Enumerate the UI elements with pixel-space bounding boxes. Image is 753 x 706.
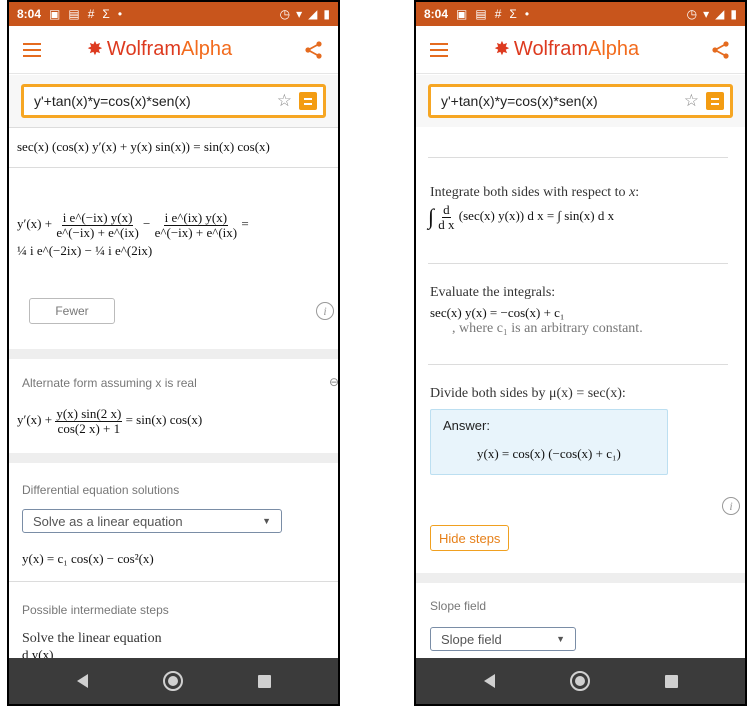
status-time: 8:04 [424, 7, 449, 21]
dot-icon: • [524, 7, 530, 21]
step-divide-text: Divide both sides by μ(x) = sec(x): [430, 386, 626, 401]
equation-exponential-rhs: ¼ i e^(−2ix) − ¼ i e^(2ix) [17, 243, 153, 258]
back-icon[interactable] [483, 674, 495, 688]
answer-equation: y(x) = cos(x) (−cos(x) + c₁) [477, 446, 621, 461]
battery-icon: ▮ [730, 7, 737, 21]
image-icon: ▣ [456, 7, 468, 21]
solve-method-select[interactable]: Solve as a linear equation ▼ [22, 509, 282, 533]
search-box: ☆ [21, 84, 326, 118]
intermediate-steps-title: Possible intermediate steps [22, 603, 169, 617]
fewer-button[interactable]: Fewer [29, 298, 115, 324]
answer-box: Answer: y(x) = cos(x) (−cos(x) + c₁) [430, 409, 668, 475]
favorite-star-icon[interactable]: ☆ [277, 91, 292, 111]
slope-field-select[interactable]: Slope field ▼ [430, 627, 576, 651]
intermediate-step-text: Solve the linear equation [22, 631, 162, 646]
image-icon: ▣ [49, 7, 61, 21]
alarm-icon: ◷ [279, 7, 291, 21]
wifi-icon: ▾ [296, 7, 303, 21]
results-content: sec(x) (cos(x) y′(x) + y(x) sin(x)) = si… [9, 127, 338, 658]
info-icon[interactable]: i [722, 497, 740, 515]
wifi-icon: ▾ [703, 7, 710, 21]
chevron-down-icon: ▼ [556, 634, 565, 644]
wolfram-star-icon: ✸ [494, 39, 510, 60]
menu-icon[interactable] [430, 42, 448, 57]
phone-screenshot-right: 8:04 ▣ ▤ # Σ • ◷ ▾ ◢ ▮ ✸ WolframAlpha y'… [414, 0, 747, 706]
sigma-icon: Σ [102, 7, 110, 21]
step-evaluate-note: , where c₁ is an arbitrary constant. [452, 321, 643, 336]
step-evaluate-equation: sec(x) y(x) = −cos(x) + c₁ [430, 305, 565, 320]
step-evaluate-text: Evaluate the integrals: [430, 285, 556, 300]
equation-exponential-form: y′(x) + i e^(−ix) y(x) e^(−ix) + e^(ix) −… [17, 210, 249, 240]
alternate-form-title: Alternate form assuming x is real [22, 376, 197, 390]
step-integrate-equation: ∫ dd x (sec(x) y(x)) d x = ∫ sin(x) d x [428, 202, 615, 232]
answer-label: Answer: [443, 418, 490, 433]
step-integrate-text: Integrate both sides with respect to x: [430, 185, 640, 200]
sigma-icon: Σ [509, 7, 517, 21]
equation-sec-form: sec(x) (cos(x) y′(x) + y(x) sin(x)) = si… [17, 139, 270, 154]
intermediate-step-partial: d y(x) [22, 647, 54, 658]
share-icon[interactable] [304, 40, 324, 60]
home-icon[interactable] [569, 671, 590, 691]
results-content: Integrate both sides with respect to x: … [416, 127, 745, 658]
back-icon[interactable] [76, 674, 88, 688]
calendar-icon: ▤ [68, 7, 80, 21]
battery-icon: ▮ [323, 7, 330, 21]
recent-apps-icon[interactable] [257, 674, 271, 688]
alarm-icon: ◷ [686, 7, 698, 21]
hide-steps-button[interactable]: Hide steps [430, 525, 510, 551]
dot-icon: • [117, 7, 123, 21]
search-area: ☆ [416, 75, 745, 127]
search-area: ☆ [9, 75, 338, 127]
phone-screen: 8:04 ▣ ▤ # Σ • ◷ ▾ ◢ ▮ ✸ WolframAlpha y'… [416, 2, 745, 704]
status-bar: 8:04 ▣ ▤ # Σ • ◷ ▾ ◢ ▮ [416, 2, 745, 26]
chevron-down-icon: ▼ [262, 516, 271, 526]
android-nav-bar [416, 658, 745, 704]
android-nav-bar [9, 658, 338, 704]
phone-screenshot-left: 8:04 ▣ ▤ # Σ • ◷ ▾ ◢ ▮ ✸ WolframAlpha y'… [7, 0, 340, 706]
math-input-button[interactable] [299, 92, 317, 110]
favorite-star-icon[interactable]: ☆ [684, 91, 699, 111]
home-icon[interactable] [162, 671, 183, 691]
search-input[interactable] [441, 93, 684, 109]
status-bar: 8:04 ▣ ▤ # Σ • ◷ ▾ ◢ ▮ [9, 2, 338, 26]
search-box: ☆ [428, 84, 733, 118]
math-input-button[interactable] [706, 92, 724, 110]
search-input[interactable] [34, 93, 277, 109]
app-bar: ✸ WolframAlpha [416, 26, 745, 74]
signal-icon: ◢ [308, 7, 318, 21]
calendar-icon: ▤ [475, 7, 487, 21]
de-solution-equation: y(x) = c₁ cos(x) − cos²(x) [22, 551, 154, 566]
signal-icon: ◢ [715, 7, 725, 21]
menu-icon[interactable] [23, 42, 41, 57]
status-time: 8:04 [17, 7, 42, 21]
de-solutions-title: Differential equation solutions [22, 483, 180, 497]
wolfram-logo: ✸ WolframAlpha [494, 38, 640, 60]
wolfram-logo: ✸ WolframAlpha [87, 38, 233, 60]
link-icon[interactable]: ⊖ [329, 375, 338, 389]
alternate-form-equation: y′(x) + y(x) sin(2 x) cos(2 x) + 1 = sin(… [17, 406, 203, 436]
share-icon[interactable] [711, 40, 731, 60]
phone-screen: 8:04 ▣ ▤ # Σ • ◷ ▾ ◢ ▮ ✸ WolframAlpha y'… [9, 2, 338, 704]
grid-icon: # [87, 7, 95, 21]
recent-apps-icon[interactable] [664, 674, 678, 688]
grid-icon: # [494, 7, 502, 21]
slope-field-title: Slope field [430, 599, 487, 613]
info-icon[interactable]: i [316, 302, 334, 320]
app-bar: ✸ WolframAlpha [9, 26, 338, 74]
wolfram-star-icon: ✸ [87, 39, 103, 60]
